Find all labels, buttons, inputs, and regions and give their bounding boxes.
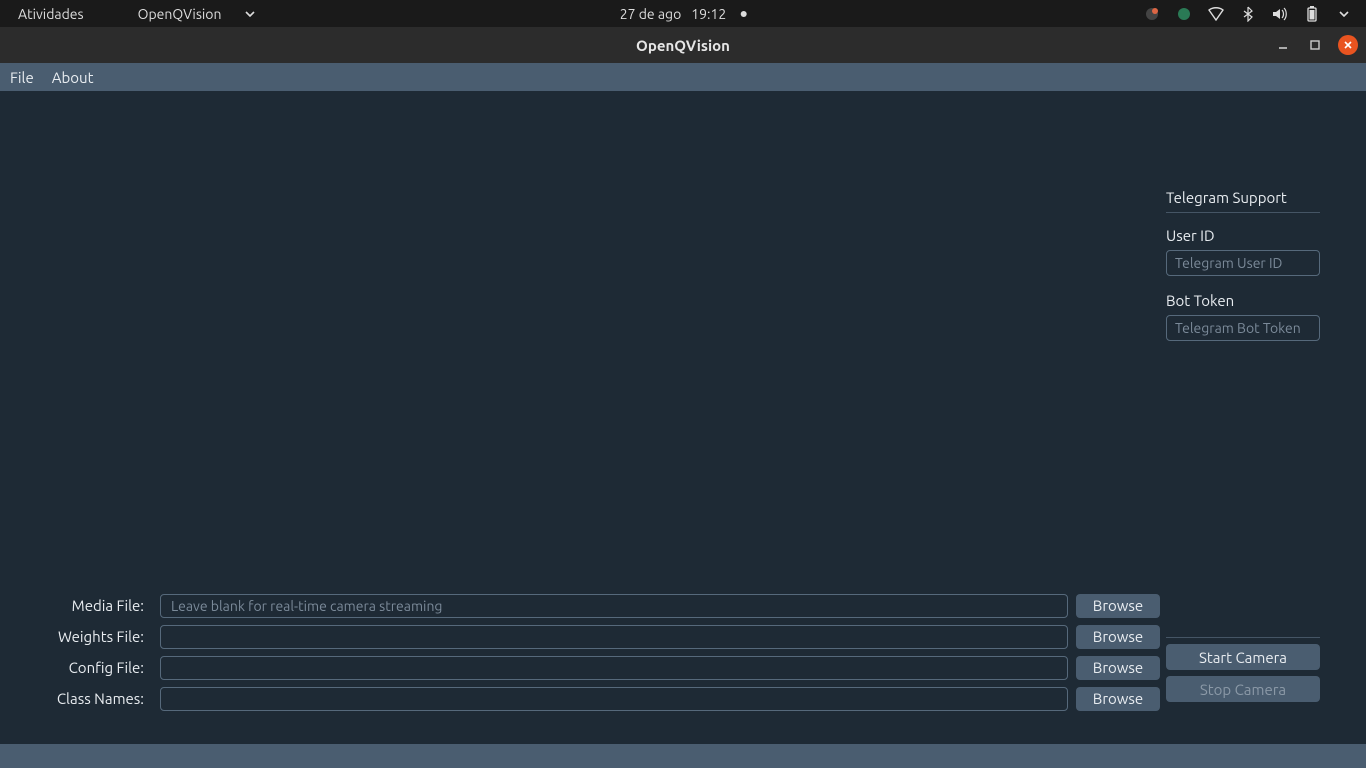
network-icon[interactable] xyxy=(1208,6,1224,22)
bot-token-label: Bot Token xyxy=(1166,292,1320,309)
config-file-label: Config File: xyxy=(0,659,160,676)
clock-date: 27 de ago xyxy=(620,6,682,22)
user-id-group: User ID xyxy=(1166,227,1320,276)
activities-button[interactable]: Atividades xyxy=(0,6,102,22)
weights-file-row: Weights File: Browse xyxy=(0,621,1160,652)
telegram-heading: Telegram Support xyxy=(1166,189,1320,206)
divider xyxy=(1166,212,1320,213)
notification-dot-icon xyxy=(740,11,746,17)
config-file-input[interactable] xyxy=(160,656,1068,680)
clock[interactable]: 27 de ago 19:12 xyxy=(620,6,747,22)
clock-time: 19:12 xyxy=(691,6,726,22)
weights-file-label: Weights File: xyxy=(0,628,160,645)
class-names-row: Class Names: Browse xyxy=(0,683,1160,714)
file-inputs: Media File: Browse Weights File: Browse … xyxy=(0,590,1160,714)
menubar: File About xyxy=(0,63,1366,91)
class-names-input[interactable] xyxy=(160,687,1068,711)
gnome-topbar: Atividades OpenQVision 27 de ago 19:12 xyxy=(0,0,1366,27)
app-window: OpenQVision File About Telegram Support … xyxy=(0,27,1366,768)
class-names-browse-button[interactable]: Browse xyxy=(1076,687,1160,711)
media-file-row: Media File: Browse xyxy=(0,590,1160,621)
media-file-input[interactable] xyxy=(160,594,1068,618)
app-menu-label: OpenQVision xyxy=(120,6,240,22)
class-names-label: Class Names: xyxy=(0,690,160,707)
status-green-icon[interactable] xyxy=(1176,6,1192,22)
weights-file-input[interactable] xyxy=(160,625,1068,649)
close-button[interactable] xyxy=(1338,35,1358,55)
statusbar xyxy=(0,744,1366,768)
config-file-row: Config File: Browse xyxy=(0,652,1160,683)
chevron-down-icon xyxy=(245,11,255,17)
volume-icon[interactable] xyxy=(1272,6,1288,22)
system-menu-chevron-icon[interactable] xyxy=(1336,6,1352,22)
stop-camera-button[interactable]: Stop Camera xyxy=(1166,676,1320,702)
minimize-button[interactable] xyxy=(1274,36,1292,54)
bluetooth-icon[interactable] xyxy=(1240,6,1256,22)
user-id-label: User ID xyxy=(1166,227,1320,244)
window-controls xyxy=(1274,27,1358,63)
media-file-label: Media File: xyxy=(0,597,160,614)
camera-controls: Start Camera Stop Camera xyxy=(1166,637,1320,702)
bot-token-group: Bot Token xyxy=(1166,292,1320,341)
divider xyxy=(1166,637,1320,638)
main-area: Telegram Support User ID Bot Token Start… xyxy=(0,91,1366,744)
user-id-input[interactable] xyxy=(1166,250,1320,276)
telegram-panel: Telegram Support User ID Bot Token xyxy=(1166,189,1320,357)
bot-token-input[interactable] xyxy=(1166,315,1320,341)
battery-icon[interactable] xyxy=(1304,6,1320,22)
window-title: OpenQVision xyxy=(636,37,730,54)
topbar-right xyxy=(1144,0,1366,27)
menu-file[interactable]: File xyxy=(10,69,34,86)
updates-icon[interactable] xyxy=(1144,6,1160,22)
weights-file-browse-button[interactable]: Browse xyxy=(1076,625,1160,649)
menu-about[interactable]: About xyxy=(52,69,94,86)
window-titlebar: OpenQVision xyxy=(0,27,1366,63)
media-file-browse-button[interactable]: Browse xyxy=(1076,594,1160,618)
topbar-left: Atividades OpenQVision xyxy=(0,0,273,27)
config-file-browse-button[interactable]: Browse xyxy=(1076,656,1160,680)
maximize-button[interactable] xyxy=(1306,36,1324,54)
start-camera-button[interactable]: Start Camera xyxy=(1166,644,1320,670)
app-menu[interactable]: OpenQVision xyxy=(102,6,274,22)
